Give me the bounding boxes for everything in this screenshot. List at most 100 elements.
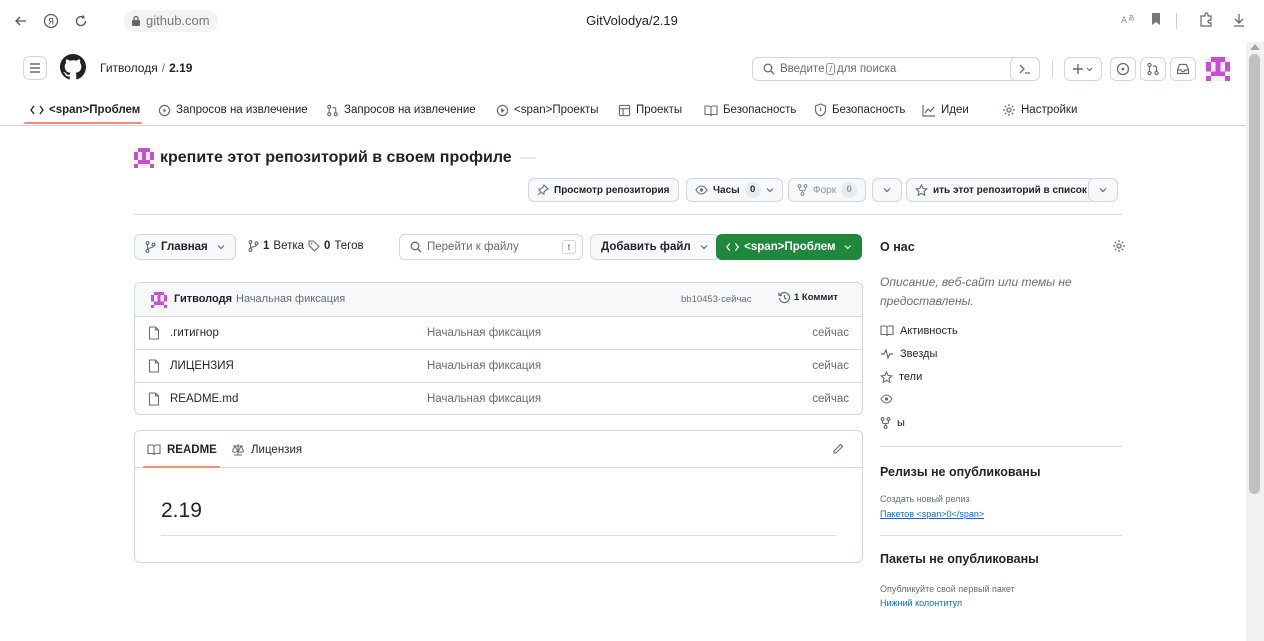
file-row[interactable]: ЛИЦЕНЗИЯ Начальная фиксация сейчас: [135, 350, 862, 383]
star-button[interactable]: ить этот репозиторий в список: [906, 178, 1096, 202]
user-avatar[interactable]: [1206, 57, 1230, 81]
tab-readme[interactable]: README: [147, 443, 217, 456]
branch-select[interactable]: Главная: [134, 234, 236, 260]
search-input[interactable]: Введите / для поиска: [752, 57, 1040, 81]
file-row[interactable]: README.md Начальная фиксация сейчас: [135, 383, 862, 414]
repo-link[interactable]: 2.19: [169, 61, 192, 75]
code-button[interactable]: <span>Проблем: [716, 234, 862, 260]
file-commit-message[interactable]: Начальная фиксация: [427, 360, 541, 372]
view-repo-button[interactable]: Просмотр репозитория: [528, 178, 679, 202]
code-icon: [30, 105, 44, 115]
code-button-label: <span>Проблем: [744, 241, 836, 253]
file-icon: [148, 392, 160, 406]
inbox-icon: [1176, 63, 1190, 75]
active-tab-indicator: [24, 122, 142, 124]
fork-button[interactable]: Форк 0: [788, 178, 867, 202]
github-logo-icon[interactable]: [60, 54, 86, 80]
watch-button[interactable]: Часы 0: [686, 178, 783, 202]
page-scrollbar[interactable]: [1246, 42, 1264, 641]
pull-requests-button[interactable]: [1140, 57, 1166, 81]
commit-message[interactable]: Начальная фиксация: [236, 293, 345, 305]
file-commit-message[interactable]: Начальная фиксация: [427, 393, 541, 405]
hamburger-menu-button[interactable]: [23, 56, 47, 80]
browser-toolbar: Я github.com GitVolodya/2.19 Aあ: [0, 0, 1264, 42]
commit-hash[interactable]: bb10453·сейчас: [681, 294, 751, 305]
star-dropdown-button[interactable]: [1088, 178, 1118, 202]
graph-icon: [922, 104, 935, 117]
inbox-button[interactable]: [1170, 57, 1196, 81]
chevron-down-icon: [766, 188, 774, 193]
packages-title: Пакеты не опубликованы: [880, 552, 1039, 566]
repo-avatar: [134, 148, 154, 168]
tab-title: GitVolodya/2.19: [586, 13, 678, 28]
file-name[interactable]: ЛИЦЕНЗИЯ: [170, 360, 234, 372]
scrollbar-thumb[interactable]: [1249, 54, 1260, 494]
footer-link[interactable]: Нижний колонтитул: [880, 598, 962, 608]
add-file-label: Добавить файл: [601, 241, 691, 253]
breadcrumb: Гитволодя/2.19: [100, 61, 192, 75]
stars-link[interactable]: Звезды: [880, 348, 937, 360]
play-icon: [496, 104, 509, 116]
branches-count: 1: [263, 240, 270, 252]
tag-icon: [308, 240, 320, 252]
file-name[interactable]: README.md: [170, 393, 238, 405]
toolbar-divider: [1176, 13, 1177, 29]
file-name[interactable]: .гитигнор: [170, 327, 219, 339]
file-list: Гитволодя Начальная фиксация bb10453·сей…: [134, 282, 863, 415]
add-file-button[interactable]: Добавить файл: [590, 234, 719, 260]
owner-link[interactable]: Гитволодя: [100, 61, 158, 75]
tab-settings[interactable]: Настройки: [1002, 100, 1077, 120]
command-palette-button[interactable]: [1010, 57, 1040, 81]
watch-count: 0: [744, 182, 761, 198]
pulse-icon: [881, 348, 893, 360]
packages-link[interactable]: Пакетов <span>0</span>: [880, 509, 984, 519]
commit-author-avatar[interactable]: [151, 292, 167, 308]
repo-header: крепите этот репозиторий в своем профиле…: [134, 148, 536, 168]
tab-issues-label: Запросов на извлечение: [176, 104, 308, 116]
create-release-text: Создать новый релиз: [880, 494, 970, 504]
tab-wiki[interactable]: Безопасность: [704, 100, 796, 120]
fork-dropdown-button[interactable]: [872, 178, 902, 202]
translate-icon[interactable]: Aあ: [1120, 12, 1136, 28]
go-to-file-input[interactable]: Перейти к файлу t: [399, 234, 583, 260]
book-icon: [880, 325, 894, 337]
tab-insights[interactable]: Идеи: [922, 100, 969, 120]
releases-title: Релизы не опубликованы: [880, 465, 1041, 479]
branch-icon: [145, 241, 156, 253]
history-icon: [778, 291, 791, 304]
create-new-button[interactable]: [1064, 57, 1102, 81]
views-link[interactable]: [880, 394, 899, 404]
commits-link[interactable]: 1 Коммит: [778, 291, 838, 304]
about-settings-gear-icon[interactable]: [1112, 239, 1126, 253]
tab-pull-requests[interactable]: Запросов на извлечение: [326, 100, 476, 120]
branches-link[interactable]: 1 Ветка: [248, 240, 304, 252]
extensions-icon[interactable]: [1198, 12, 1214, 28]
tab-actions[interactable]: <span>Проекты: [496, 100, 599, 120]
tab-code[interactable]: <span>Проблем: [30, 100, 140, 120]
search-icon: [763, 63, 775, 75]
bookmark-icon[interactable]: [1150, 12, 1162, 26]
file-commit-message[interactable]: Начальная фиксация: [427, 327, 541, 339]
tab-issues[interactable]: Запросов на извлечение: [158, 100, 308, 120]
tags-link[interactable]: 0 Тегов: [308, 240, 364, 252]
menu-icon: [30, 63, 40, 73]
watchers-link[interactable]: тели: [880, 371, 922, 383]
readme-heading-rule: [161, 535, 837, 536]
tab-license[interactable]: Лицензия: [231, 443, 302, 456]
chevron-down-icon: [845, 245, 852, 250]
issues-button[interactable]: [1110, 57, 1136, 81]
code-icon: [726, 242, 739, 252]
forks-link[interactable]: ы: [880, 417, 905, 429]
file-row[interactable]: .гитигнор Начальная фиксация сейчас: [135, 317, 862, 350]
download-icon[interactable]: [1232, 12, 1246, 28]
terminal-icon: [1019, 64, 1030, 74]
tab-projects[interactable]: Проекты: [618, 100, 682, 120]
go-to-file-placeholder: Перейти к файлу: [427, 241, 519, 253]
tab-security[interactable]: Безопасность: [814, 100, 905, 120]
pull-request-icon: [327, 104, 338, 116]
scroll-up-arrow-icon[interactable]: [1250, 44, 1260, 50]
edit-pencil-icon[interactable]: [832, 443, 844, 455]
commit-author[interactable]: Гитволодя: [174, 293, 232, 305]
file-icon: [148, 326, 160, 340]
activity-link[interactable]: Активность: [880, 324, 958, 337]
